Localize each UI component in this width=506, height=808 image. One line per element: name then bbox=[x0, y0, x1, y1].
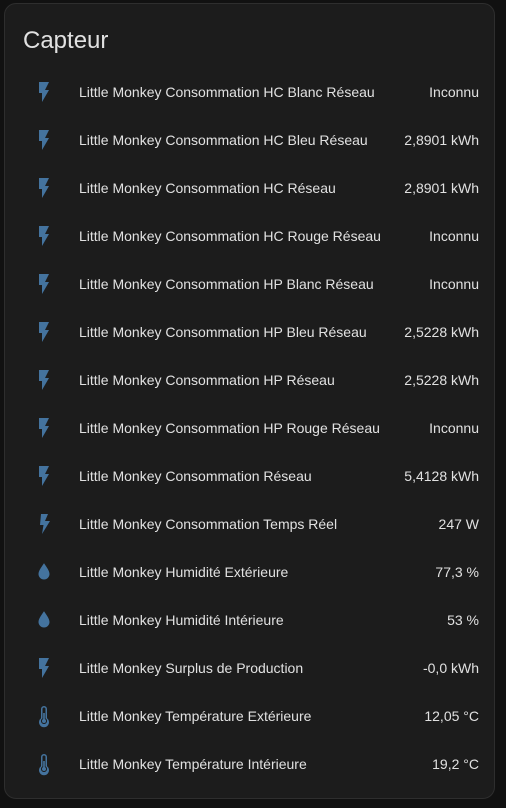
entity-state: -0,0 kWh bbox=[422, 660, 479, 676]
entity-row[interactable]: Little Monkey Consommation HP Réseau 2,52… bbox=[5, 356, 494, 404]
entity-name: Little Monkey Consommation Temps Réel bbox=[79, 516, 338, 532]
entity-state: 2,8901 kWh bbox=[404, 180, 479, 196]
entity-name: Little Monkey Humidité Intérieure bbox=[79, 612, 284, 628]
entity-row[interactable]: Little Monkey Humidité Intérieure 53 % bbox=[5, 596, 494, 644]
flash-icon bbox=[32, 80, 56, 104]
flash-icon bbox=[32, 128, 56, 152]
entity-name: Little Monkey Température Extérieure bbox=[79, 708, 312, 724]
flash-icon bbox=[32, 368, 56, 392]
flash-icon bbox=[32, 224, 56, 248]
water-drop-icon bbox=[32, 560, 56, 584]
entity-name: Little Monkey Consommation HC Bleu Résea… bbox=[79, 132, 368, 148]
flash-icon bbox=[32, 272, 56, 296]
entity-name: Little Monkey Consommation HP Réseau bbox=[79, 372, 335, 388]
entity-name: Little Monkey Consommation HC Rouge Rése… bbox=[79, 228, 381, 244]
entity-name: Little Monkey Consommation Réseau bbox=[79, 468, 312, 484]
entity-state: Inconnu bbox=[429, 276, 479, 292]
entity-row[interactable]: Little Monkey Consommation HP Rouge Rése… bbox=[5, 404, 494, 452]
entity-row[interactable]: Little Monkey Consommation HP Bleu Résea… bbox=[5, 308, 494, 356]
flash-icon bbox=[32, 416, 56, 440]
entity-state: 2,5228 kWh bbox=[404, 324, 479, 340]
entity-state: 77,3 % bbox=[435, 564, 479, 580]
entity-name: Little Monkey Consommation HC Blanc Rése… bbox=[79, 84, 375, 100]
entity-row[interactable]: Little Monkey Consommation Réseau 5,4128 … bbox=[5, 452, 494, 500]
entity-row[interactable]: Little Monkey Consommation HC Bleu Résea… bbox=[5, 116, 494, 164]
entity-state: Inconnu bbox=[429, 420, 479, 436]
flash-icon bbox=[32, 176, 56, 200]
entity-state: 12,05 °C bbox=[424, 708, 479, 724]
entity-state: Inconnu bbox=[429, 84, 479, 100]
entity-list: Little Monkey Consommation HC Blanc Rése… bbox=[5, 68, 494, 788]
entity-row[interactable]: Little Monkey Humidité Extérieure 77,3 % bbox=[5, 548, 494, 596]
flash-icon bbox=[32, 656, 56, 680]
entity-name: Little Monkey Consommation HP Blanc Rése… bbox=[79, 276, 374, 292]
entity-state: 19,2 °C bbox=[432, 756, 479, 772]
entity-name: Little Monkey Consommation HP Rouge Rése… bbox=[79, 420, 380, 436]
flash-icon bbox=[32, 320, 56, 344]
entity-row[interactable]: Little Monkey Température Extérieure 12,0… bbox=[5, 692, 494, 740]
entity-name: Little Monkey Surplus de Production bbox=[79, 660, 304, 676]
entities-card: Capteur Little Monkey Consommation HC Bl… bbox=[4, 3, 495, 799]
entity-name: Little Monkey Humidité Extérieure bbox=[79, 564, 289, 580]
thermometer-icon bbox=[32, 704, 56, 728]
entity-name: Little Monkey Température Intérieure bbox=[79, 756, 307, 772]
entity-state: 2,8901 kWh bbox=[404, 132, 479, 148]
entity-row[interactable]: Little Monkey Consommation HC Réseau 2,89… bbox=[5, 164, 494, 212]
entity-row[interactable]: Little Monkey Température Intérieure 19,2… bbox=[5, 740, 494, 788]
entity-state: 2,5228 kWh bbox=[404, 372, 479, 388]
water-drop-icon bbox=[32, 608, 56, 632]
power-plug-icon bbox=[32, 512, 56, 536]
thermometer-icon bbox=[32, 752, 56, 776]
entity-state: 5,4128 kWh bbox=[404, 468, 479, 484]
entity-row[interactable]: Little Monkey Consommation HC Blanc Rése… bbox=[5, 68, 494, 116]
card-title: Capteur bbox=[23, 27, 109, 54]
entity-row[interactable]: Little Monkey Consommation HC Rouge Rése… bbox=[5, 212, 494, 260]
entity-state: Inconnu bbox=[429, 228, 479, 244]
entity-state: 53 % bbox=[447, 612, 479, 628]
entity-row[interactable]: Little Monkey Consommation Temps Réel 247… bbox=[5, 500, 494, 548]
entity-state: 247 W bbox=[438, 516, 479, 532]
entity-name: Little Monkey Consommation HC Réseau bbox=[79, 180, 336, 196]
entity-row[interactable]: Little Monkey Consommation HP Blanc Rése… bbox=[5, 260, 494, 308]
entity-name: Little Monkey Consommation HP Bleu Résea… bbox=[79, 324, 367, 340]
entity-row[interactable]: Little Monkey Surplus de Production -0,0 … bbox=[5, 644, 494, 692]
flash-icon bbox=[32, 464, 56, 488]
